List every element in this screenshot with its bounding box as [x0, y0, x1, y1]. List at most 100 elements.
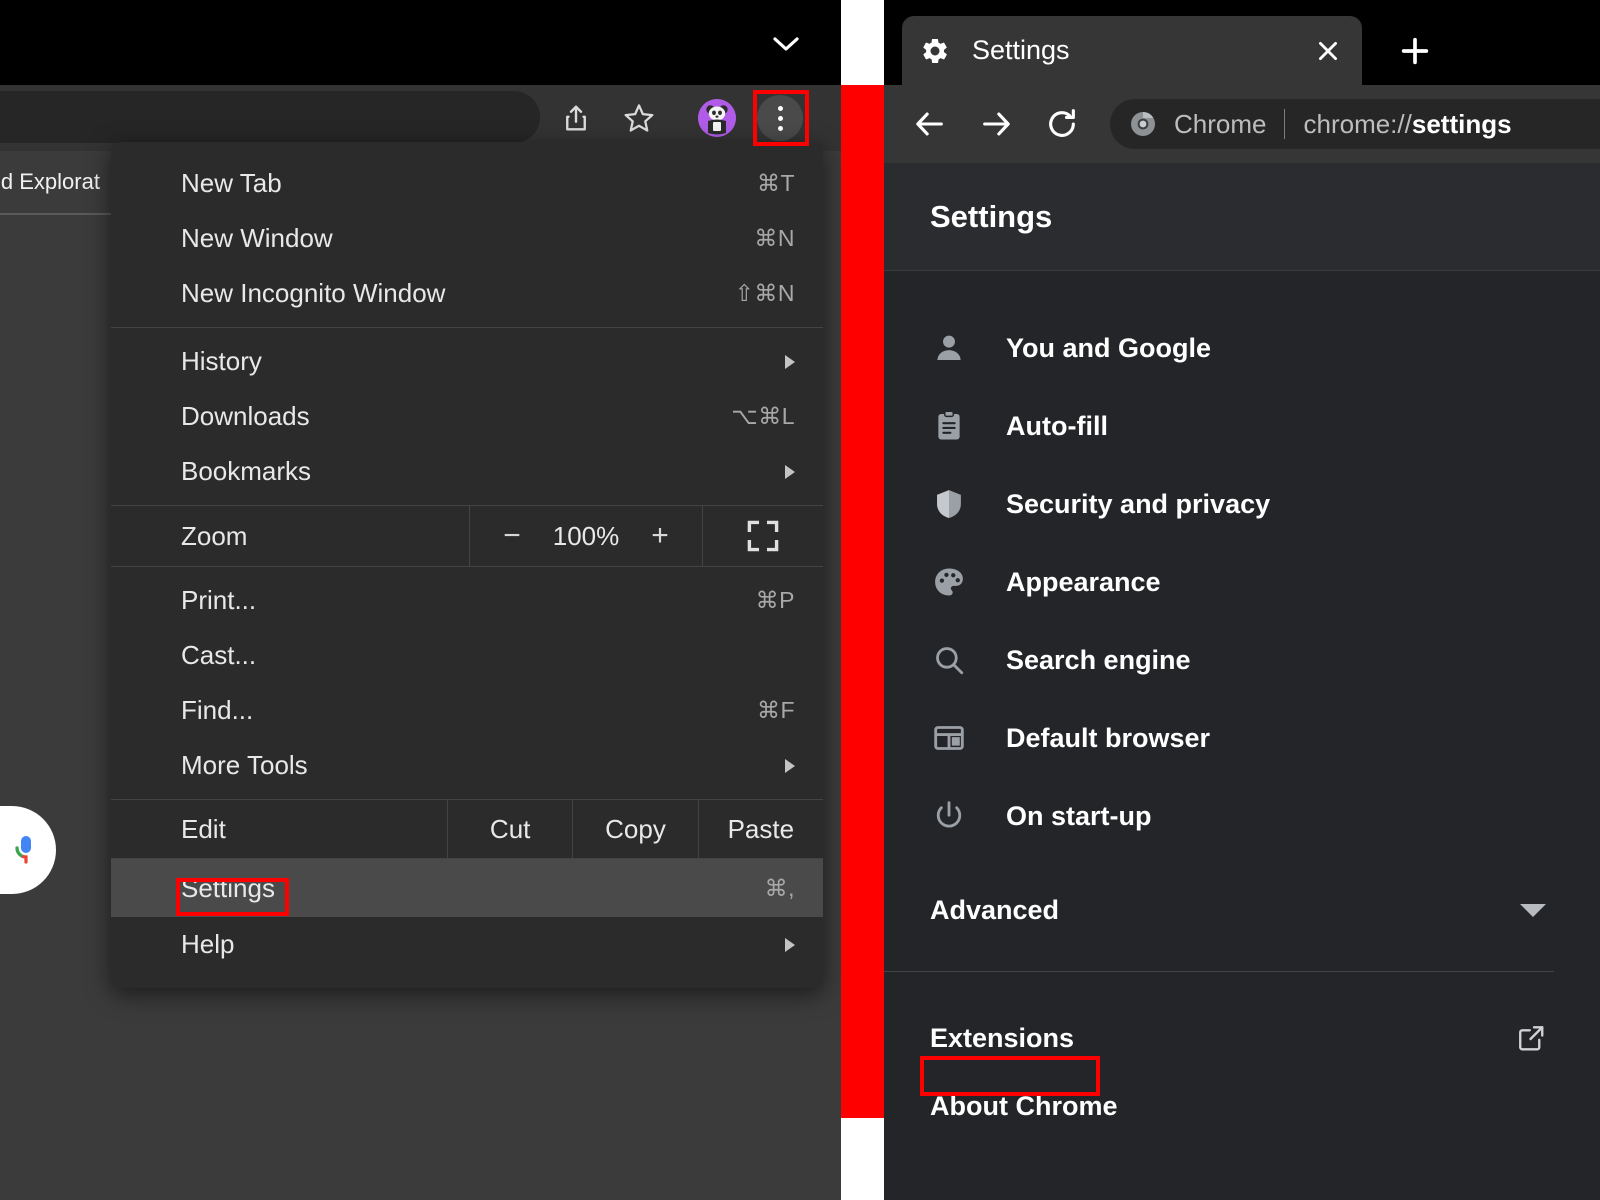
- chrome-logo-icon: [1130, 111, 1156, 137]
- menu-item-label: Print...: [181, 585, 256, 616]
- url-path: settings: [1412, 109, 1512, 139]
- sidebar-item-auto-fill[interactable]: Auto-fill: [884, 387, 1600, 465]
- sidebar-item-search-engine[interactable]: Search engine: [884, 621, 1600, 699]
- chevron-down-icon[interactable]: [773, 36, 799, 52]
- annotation-divider: [841, 0, 884, 1200]
- clipboard-icon: [930, 407, 968, 445]
- omnibox-url: chrome://settings: [1303, 109, 1511, 140]
- menu-item-label: Help: [181, 929, 234, 960]
- close-icon[interactable]: [1312, 35, 1344, 67]
- menu-item-label: Settings: [181, 873, 275, 904]
- menu-item-find[interactable]: Find... ⌘F: [111, 683, 823, 738]
- menu-item-new-window[interactable]: New Window ⌘N: [111, 211, 823, 266]
- sidebar-item-security-and-privacy[interactable]: Security and privacy: [884, 465, 1600, 543]
- menu-item-new-incognito-window[interactable]: New Incognito Window ⇧⌘N: [111, 266, 823, 321]
- edit-label: Edit: [111, 800, 447, 858]
- sidebar-item-label: On start-up: [1006, 801, 1152, 832]
- avatar[interactable]: [698, 99, 736, 137]
- arrow-right-icon[interactable]: [974, 102, 1018, 146]
- sidebar-item-on-start-up[interactable]: On start-up: [884, 777, 1600, 855]
- menu-item-shortcut: ⌘F: [757, 697, 795, 724]
- sidebar-item-label: Auto-fill: [1006, 411, 1108, 442]
- sidebar-item-label: You and Google: [1006, 333, 1211, 364]
- sidebar-item-you-and-google[interactable]: You and Google: [884, 309, 1600, 387]
- left-browser-window: id Explorat s... New Tab ⌘T New Window ⌘…: [0, 0, 841, 1200]
- menu-item-history[interactable]: History: [111, 334, 823, 389]
- menu-item-label: Cast...: [181, 640, 256, 671]
- shield-icon: [930, 485, 968, 523]
- menu-divider: [111, 327, 823, 328]
- chevron-down-icon: [1520, 904, 1546, 917]
- address-bar[interactable]: Chrome chrome://settings: [1110, 99, 1600, 149]
- menu-dot: [778, 116, 783, 121]
- paste-button[interactable]: Paste: [698, 800, 823, 858]
- arrow-left-icon[interactable]: [908, 102, 952, 146]
- omnibox-chip-label: Chrome: [1174, 109, 1266, 140]
- sidebar-item-appearance[interactable]: Appearance: [884, 543, 1600, 621]
- menu-item-shortcut: ⇧⌘N: [735, 280, 795, 307]
- chevron-right-icon: [785, 938, 795, 952]
- person-icon: [930, 329, 968, 367]
- sidebar-item-default-browser[interactable]: Default browser: [884, 699, 1600, 777]
- advanced-label: Advanced: [930, 895, 1059, 926]
- tab-settings[interactable]: Settings: [902, 16, 1362, 85]
- menu-item-label: History: [181, 346, 262, 377]
- star-icon[interactable]: [622, 101, 656, 135]
- zoom-in-button[interactable]: +: [651, 519, 669, 553]
- zoom-controls: − 100% +: [469, 506, 702, 566]
- browser-window-icon: [930, 719, 968, 757]
- red-divider-bar: [841, 85, 884, 1118]
- menu-item-shortcut: ⌘,: [765, 875, 795, 902]
- menu-item-new-tab[interactable]: New Tab ⌘T: [111, 156, 823, 211]
- share-icon[interactable]: [559, 101, 593, 135]
- menu-item-label: New Tab: [181, 168, 282, 199]
- zoom-out-button[interactable]: −: [503, 519, 521, 553]
- three-dot-menu-icon[interactable]: [757, 95, 803, 141]
- menu-item-shortcut: ⌘P: [756, 587, 795, 614]
- power-icon: [930, 797, 968, 835]
- menu-item-shortcut: ⌘N: [754, 225, 795, 252]
- extensions-label: Extensions: [930, 1023, 1074, 1054]
- menu-item-downloads[interactable]: Downloads ⌥⌘L: [111, 389, 823, 444]
- menu-item-bookmarks[interactable]: Bookmarks: [111, 444, 823, 499]
- page-tab-label: id Explorat: [0, 169, 100, 195]
- gear-icon: [920, 36, 950, 66]
- menu-item-shortcut: ⌥⌘L: [731, 403, 795, 430]
- url-prefix: chrome://: [1303, 109, 1411, 139]
- cut-button[interactable]: Cut: [447, 800, 572, 858]
- sidebar-item-label: Search engine: [1006, 645, 1191, 676]
- reload-icon[interactable]: [1040, 102, 1084, 146]
- tab-strip: Settings: [884, 0, 1600, 85]
- fullscreen-icon[interactable]: [702, 506, 823, 566]
- chevron-right-icon: [785, 465, 795, 479]
- google-mic-button[interactable]: [0, 806, 56, 894]
- menu-item-shortcut: ⌘T: [757, 170, 795, 197]
- menu-item-more-tools[interactable]: More Tools: [111, 738, 823, 793]
- sidebar-item-about-chrome[interactable]: About Chrome: [884, 1076, 1600, 1136]
- menu-item-label: New Incognito Window: [181, 278, 445, 309]
- settings-header: Settings: [884, 163, 1600, 271]
- menu-item-cast[interactable]: Cast...: [111, 628, 823, 683]
- chevron-right-icon: [785, 355, 795, 369]
- browser-toolbar: Chrome chrome://settings: [884, 85, 1600, 163]
- zoom-level-value: 100%: [553, 521, 620, 552]
- sidebar-item-label: Security and privacy: [1006, 489, 1270, 520]
- tab-title: Settings: [972, 35, 1070, 66]
- menu-item-print[interactable]: Print... ⌘P: [111, 573, 823, 628]
- left-omnibox[interactable]: [0, 91, 540, 143]
- menu-item-label: More Tools: [181, 750, 308, 781]
- sidebar-divider: [884, 971, 1554, 972]
- sidebar-item-advanced[interactable]: Advanced: [884, 871, 1600, 949]
- menu-item-help[interactable]: Help: [111, 917, 823, 972]
- sidebar-item-extensions[interactable]: Extensions: [884, 1000, 1600, 1076]
- menu-item-settings[interactable]: Settings ⌘,: [111, 859, 823, 917]
- settings-page: Settings You and Google: [884, 163, 1600, 1200]
- page-title: Settings: [930, 199, 1052, 235]
- plus-icon[interactable]: [1394, 30, 1436, 72]
- sidebar-item-label: Default browser: [1006, 723, 1210, 754]
- menu-dot: [778, 106, 783, 111]
- sidebar-item-label: Appearance: [1006, 567, 1161, 598]
- menu-zoom-row: Zoom − 100% +: [111, 505, 823, 567]
- copy-button[interactable]: Copy: [572, 800, 697, 858]
- settings-nav-list: You and Google Auto-fill: [884, 271, 1600, 1136]
